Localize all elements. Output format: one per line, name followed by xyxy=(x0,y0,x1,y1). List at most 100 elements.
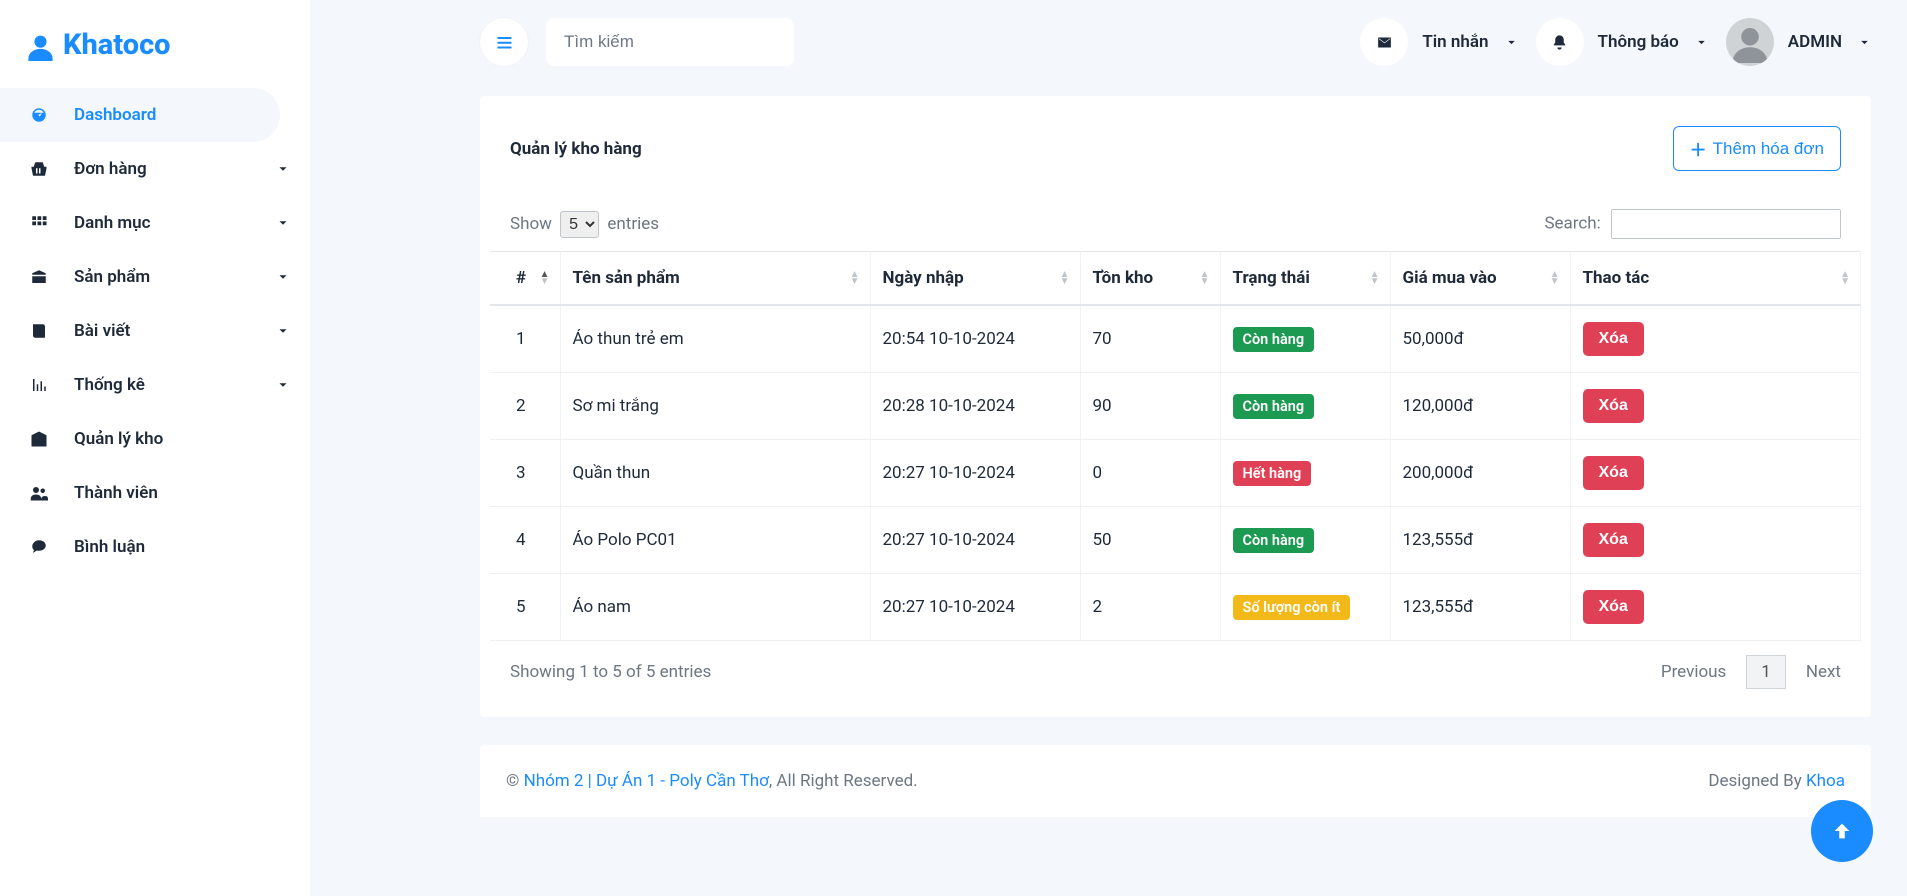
status-badge: Còn hàng xyxy=(1233,327,1315,352)
delete-button[interactable]: Xóa xyxy=(1583,590,1644,624)
col-status[interactable]: Trạng thái ▲▼ xyxy=(1220,252,1390,306)
col-index[interactable]: # ▲▼ xyxy=(490,252,560,306)
cell-date: 20:28 10-10-2024 xyxy=(870,373,1080,440)
sidebar-item-dashboard[interactable]: Dashboard xyxy=(0,88,280,142)
col-name[interactable]: Tên sản phẩm ▲▼ xyxy=(560,252,870,306)
sidebar-item-posts[interactable]: Bài viết xyxy=(0,304,310,358)
table-row: 4Áo Polo PC0120:27 10-10-202450Còn hàng1… xyxy=(490,507,1861,574)
cell-price: 50,000đ xyxy=(1390,305,1570,373)
sidebar-item-comments[interactable]: Bình luận xyxy=(0,520,310,574)
col-stock[interactable]: Tồn kho ▲▼ xyxy=(1080,252,1220,306)
sidebar-item-label: Đơn hàng xyxy=(74,159,276,179)
designer-link[interactable]: Khoa xyxy=(1806,771,1845,791)
cell-price: 123,555đ xyxy=(1390,507,1570,574)
cell-action: Xóa xyxy=(1570,305,1861,373)
messages-menu[interactable]: Tin nhắn xyxy=(1360,18,1517,66)
delete-button[interactable]: Xóa xyxy=(1583,322,1644,356)
table-search-input[interactable] xyxy=(1611,209,1841,239)
avatar xyxy=(1726,18,1774,66)
cell-action: Xóa xyxy=(1570,440,1861,507)
search-label: Search: xyxy=(1544,214,1600,234)
delete-button[interactable]: Xóa xyxy=(1583,523,1644,557)
page-footer: © Nhóm 2 | Dự Án 1 - Poly Cần Thơ, All R… xyxy=(480,745,1871,817)
cell-name: Quần thun xyxy=(560,440,870,507)
cell-date: 20:27 10-10-2024 xyxy=(870,507,1080,574)
add-invoice-button[interactable]: ＋ Thêm hóa đơn xyxy=(1673,126,1841,171)
table-row: 5Áo nam20:27 10-10-20242Số lượng còn ít1… xyxy=(490,574,1861,641)
rights-text: , All Right Reserved. xyxy=(769,771,918,791)
add-invoice-label: Thêm hóa đơn xyxy=(1713,139,1824,159)
sort-icon: ▲▼ xyxy=(1060,271,1070,285)
sidebar-item-warehouse[interactable]: Quản lý kho xyxy=(0,412,310,466)
chevron-down-icon xyxy=(276,161,290,177)
sidebar-item-products[interactable]: Sản phẩm xyxy=(0,250,310,304)
sidebar-item-label: Sản phẩm xyxy=(74,267,276,287)
cell-action: Xóa xyxy=(1570,507,1861,574)
status-badge: Số lượng còn ít xyxy=(1233,595,1351,620)
sort-icon: ▲▼ xyxy=(1200,271,1210,285)
sidebar-item-label: Danh mục xyxy=(74,213,276,233)
col-price[interactable]: Giá mua vào ▲▼ xyxy=(1390,252,1570,306)
box-icon xyxy=(30,268,58,286)
cell-price: 200,000đ xyxy=(1390,440,1570,507)
chevron-down-icon xyxy=(1858,35,1871,50)
sidebar-item-label: Thống kê xyxy=(74,375,276,395)
notifications-menu[interactable]: Thông báo xyxy=(1536,18,1708,66)
pagination: Previous 1 Next xyxy=(1661,655,1841,689)
card-header: Quản lý kho hàng ＋ Thêm hóa đơn xyxy=(490,126,1861,209)
cell-index: 5 xyxy=(490,574,560,641)
sidebar: Khatoco Dashboard Đơn hàng Danh mục xyxy=(0,0,310,896)
cell-stock: 2 xyxy=(1080,574,1220,641)
basket-icon xyxy=(30,160,58,178)
user-menu[interactable]: ADMIN xyxy=(1726,18,1871,66)
cell-date: 20:27 10-10-2024 xyxy=(870,440,1080,507)
page-number[interactable]: 1 xyxy=(1746,655,1786,689)
sort-icon: ▲▼ xyxy=(850,271,860,285)
cell-name: Áo nam xyxy=(560,574,870,641)
cell-stock: 70 xyxy=(1080,305,1220,373)
sort-icon: ▲▼ xyxy=(540,271,550,285)
topbar: Tin nhắn Thông báo ADMIN xyxy=(310,0,1907,96)
delete-button[interactable]: Xóa xyxy=(1583,389,1644,423)
cell-status: Còn hàng xyxy=(1220,507,1390,574)
cell-index: 4 xyxy=(490,507,560,574)
sidebar-item-members[interactable]: Thành viên xyxy=(0,466,310,520)
cell-price: 120,000đ xyxy=(1390,373,1570,440)
sidebar-item-orders[interactable]: Đơn hàng xyxy=(0,142,310,196)
col-date[interactable]: Ngày nhập ▲▼ xyxy=(870,252,1080,306)
envelope-icon xyxy=(1360,18,1408,66)
brand[interactable]: Khatoco xyxy=(0,24,310,88)
cell-name: Áo Polo PC01 xyxy=(560,507,870,574)
table-info: Showing 1 to 5 of 5 entries xyxy=(510,662,711,682)
cell-action: Xóa xyxy=(1570,373,1861,440)
cell-status: Còn hàng xyxy=(1220,373,1390,440)
cell-date: 20:54 10-10-2024 xyxy=(870,305,1080,373)
hamburger-button[interactable] xyxy=(480,18,528,66)
next-page[interactable]: Next xyxy=(1806,662,1841,682)
project-link[interactable]: Nhóm 2 | Dự Án 1 - Poly Cần Thơ xyxy=(524,771,769,791)
chart-icon xyxy=(30,376,58,394)
table-row: 2Sơ mi trắng20:28 10-10-202490Còn hàng12… xyxy=(490,373,1861,440)
sidebar-item-stats[interactable]: Thống kê xyxy=(0,358,310,412)
users-icon xyxy=(30,484,58,502)
bell-icon xyxy=(1536,18,1584,66)
search-input[interactable] xyxy=(546,18,794,66)
sort-icon: ▲▼ xyxy=(1550,271,1560,285)
main: Tin nhắn Thông báo ADMIN xyxy=(310,0,1907,896)
sidebar-item-label: Bài viết xyxy=(74,321,276,341)
page-size-select[interactable]: 5 xyxy=(560,211,599,238)
cell-status: Còn hàng xyxy=(1220,305,1390,373)
scroll-top-button[interactable] xyxy=(1811,800,1873,862)
table-row: 1Áo thun trẻ em20:54 10-10-202470Còn hàn… xyxy=(490,305,1861,373)
chevron-down-icon xyxy=(276,377,290,393)
col-action[interactable]: Thao tác ▲▼ xyxy=(1570,252,1861,306)
prev-page[interactable]: Previous xyxy=(1661,662,1726,682)
chevron-down-icon xyxy=(276,215,290,231)
designed-by-label: Designed By xyxy=(1708,771,1806,791)
entries-control: Show 5 entries xyxy=(510,211,659,238)
sidebar-item-categories[interactable]: Danh mục xyxy=(0,196,310,250)
delete-button[interactable]: Xóa xyxy=(1583,456,1644,490)
cell-name: Áo thun trẻ em xyxy=(560,305,870,373)
sidebar-item-label: Quản lý kho xyxy=(74,429,290,449)
copyright-symbol: © xyxy=(506,771,519,791)
